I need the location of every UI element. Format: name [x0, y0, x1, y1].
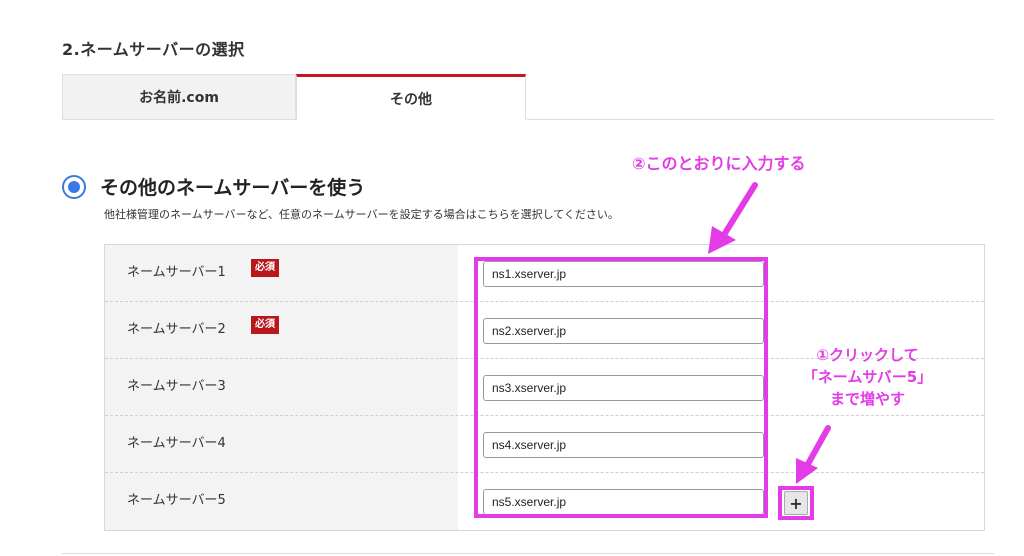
- nameserver-label: ネームサーバー3: [127, 379, 226, 394]
- option-description: 他社様管理のネームサーバーなど、任意のネームサーバーを設定する場合はこちらを選択…: [104, 208, 619, 221]
- annotation-step1-line: ①クリックして: [816, 346, 919, 364]
- tab-onamae[interactable]: お名前.com: [62, 74, 296, 120]
- nameserver-label: ネームサーバー2: [127, 322, 226, 337]
- nameserver5-input[interactable]: [483, 489, 764, 515]
- annotation-step2: ②このとおりに入力する: [632, 154, 806, 173]
- nameserver-label: ネームサーバー4: [127, 436, 226, 451]
- table-row: ネームサーバー4: [105, 416, 984, 473]
- nameserver2-input[interactable]: [483, 318, 764, 344]
- option-label: その他のネームサーバーを使う: [100, 177, 366, 199]
- nameserver-label: ネームサーバー5: [127, 493, 226, 508]
- nameserver-tabs: お名前.com その他: [62, 74, 994, 120]
- annotation-step1: ①クリックして 「ネームサバー5」 まで増やす: [775, 344, 960, 410]
- nameserver4-input[interactable]: [483, 432, 764, 458]
- other-nameserver-option[interactable]: その他のネームサーバーを使う: [62, 173, 365, 200]
- tab-baseline: [527, 119, 994, 120]
- annotation-step1-line: まで増やす: [829, 390, 905, 408]
- annotation-step1-line: 「ネームサバー5」: [802, 368, 933, 386]
- bottom-divider: [62, 553, 994, 554]
- required-badge: 必須: [251, 259, 279, 277]
- nameserver3-input[interactable]: [483, 375, 764, 401]
- table-row: ネームサーバー5: [105, 473, 984, 530]
- table-row: ネームサーバー1 必須: [105, 245, 984, 302]
- required-badge: 必須: [251, 316, 279, 334]
- tab-other[interactable]: その他: [296, 74, 526, 120]
- section-title: 2.ネームサーバーの選択: [62, 40, 245, 59]
- nameserver1-input[interactable]: [483, 261, 764, 287]
- radio-button-selected[interactable]: [62, 174, 86, 199]
- add-nameserver-button[interactable]: +: [784, 491, 808, 515]
- nameserver-label: ネームサーバー1: [127, 265, 226, 280]
